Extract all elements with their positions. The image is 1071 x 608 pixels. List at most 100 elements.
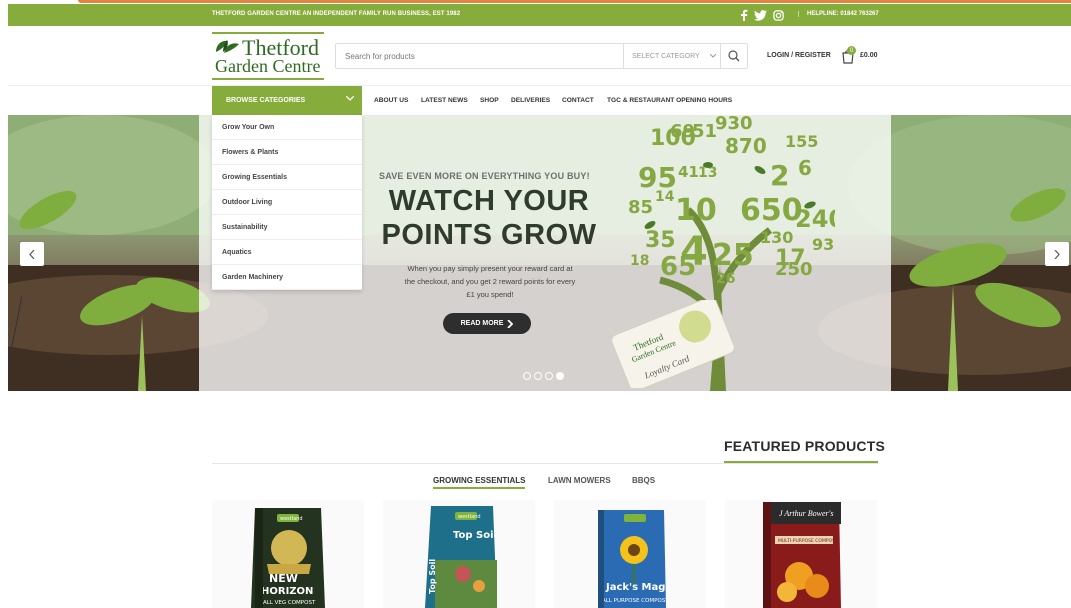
product-sub: ALL PURPOSE COMPOST — [602, 598, 669, 604]
svg-text:41: 41 — [678, 163, 699, 181]
cart-total[interactable]: £0.00 — [860, 52, 878, 59]
svg-text:93: 93 — [812, 235, 834, 254]
divider — [212, 463, 878, 464]
svg-text:25: 25 — [712, 238, 754, 273]
main-navigation: BROWSE CATEGORIES ABOUT US LATEST NEWS S… — [8, 86, 1071, 115]
read-more-button[interactable]: READ MORE — [443, 313, 531, 334]
svg-text:2: 2 — [770, 159, 789, 192]
helpline: HELPLINE: 01842 763267 — [798, 11, 879, 17]
svg-text:26: 26 — [716, 271, 735, 287]
svg-text:35: 35 — [645, 228, 676, 253]
svg-text:650: 650 — [740, 193, 803, 228]
svg-text:10: 10 — [675, 193, 717, 228]
instagram-icon[interactable] — [772, 8, 785, 22]
category-aquatics[interactable]: Aquatics — [212, 240, 362, 265]
product-card[interactable]: J Arthur Bower's MULTI-PURPOSE COMPOST — [725, 500, 877, 608]
svg-text:85: 85 — [628, 197, 653, 218]
product-name: Top Soil — [453, 530, 497, 541]
slider-dot[interactable] — [534, 372, 542, 380]
product-card[interactable]: westland NEW HORIZON ALL VEG COMPOST — [212, 500, 364, 608]
site-header: Thetford Garden Centre SELECT CATEGORY L… — [8, 26, 1071, 86]
product-card[interactable]: westland Top Soil Top Soil — [383, 500, 535, 608]
brand-text: westland — [280, 516, 303, 522]
slider-prev-button[interactable] — [20, 242, 44, 266]
category-select-label: SELECT CATEGORY — [632, 52, 700, 60]
decorative-line — [8, 296, 22, 366]
facebook-icon[interactable] — [739, 8, 749, 22]
search-button[interactable] — [720, 44, 747, 68]
brand-text: westland — [458, 514, 481, 520]
leaf-logo-icon — [216, 40, 239, 53]
category-select[interactable]: SELECT CATEGORY — [623, 44, 721, 68]
chevron-right-icon — [1054, 249, 1060, 259]
hero-title-line1: WATCH YOUR — [388, 185, 590, 217]
logo-line2: Garden Centre — [215, 56, 321, 76]
login-register-link[interactable]: LOGIN / REGISTER — [767, 52, 831, 59]
nav-opening-hours[interactable]: TGC & RESTAURANT OPENING HOURS — [607, 97, 732, 104]
hero-body: When you pay simply present your reward … — [404, 264, 576, 299]
nav-contact[interactable]: CONTACT — [562, 97, 594, 104]
product-name: MULTI-PURPOSE COMPOST — [778, 538, 838, 544]
category-grow-your-own[interactable]: Grow Your Own — [212, 115, 362, 140]
hero-slider: 100 51 870 155 95 41 2 6 85 10 650 240 3… — [8, 115, 1071, 391]
category-growing-essentials[interactable]: Growing Essentials — [212, 165, 362, 190]
slider-dot[interactable] — [523, 372, 531, 380]
category-garden-machinery[interactable]: Garden Machinery — [212, 265, 362, 290]
svg-text:18: 18 — [630, 253, 649, 269]
svg-text:65: 65 — [660, 252, 696, 282]
slider-dot[interactable] — [545, 372, 553, 380]
browse-categories-label: BROWSE CATEGORIES — [226, 97, 306, 104]
chevron-right-icon — [507, 319, 514, 328]
hero-kicker: SAVE EVEN MORE ON EVERYTHING YOU BUY! — [379, 171, 590, 181]
browser-frame: THETFORD GARDEN CENTRE AN INDEPENDENT FA… — [8, 0, 1071, 608]
chevron-left-icon — [29, 249, 35, 259]
tab-bbqs[interactable]: BBQS — [632, 476, 655, 485]
product-image: J Arthur Bower's MULTI-PURPOSE COMPOST — [763, 502, 841, 608]
svg-text:130: 130 — [760, 228, 793, 247]
slider-dots — [523, 372, 564, 380]
read-more-label: READ MORE — [460, 320, 504, 327]
svg-text:240: 240 — [795, 205, 835, 233]
svg-text:870: 870 — [725, 134, 767, 158]
frame-accent — [78, 0, 1071, 3]
svg-text:155: 155 — [785, 132, 818, 151]
product-image: westland NEW HORIZON ALL VEG COMPOST — [251, 508, 325, 608]
category-outdoor-living[interactable]: Outdoor Living — [212, 190, 362, 215]
product-name: Jack's Magic — [605, 582, 670, 593]
top-info-bar: THETFORD GARDEN CENTRE AN INDEPENDENT FA… — [8, 4, 1071, 26]
product-image: Jack's Magic ALL PURPOSE COMPOST — [598, 510, 670, 608]
browse-categories-button[interactable]: BROWSE CATEGORIES — [212, 86, 362, 115]
category-sustainability[interactable]: Sustainability — [212, 215, 362, 240]
brand-text: J Arthur Bower's — [779, 509, 833, 518]
tab-growing-essentials[interactable]: GROWING ESSENTIALS — [433, 476, 526, 489]
categories-menu: Grow Your Own Flowers & Plants Growing E… — [212, 115, 362, 290]
svg-text:14: 14 — [655, 189, 675, 205]
featured-products-heading: FEATURED PRODUCTS — [724, 438, 886, 454]
svg-text:51: 51 — [692, 121, 717, 142]
product-card[interactable]: Jack's Magic ALL PURPOSE COMPOST — [554, 500, 706, 608]
search-icon — [728, 50, 740, 62]
loyalty-card-image: Thetford Garden Centre Loyalty Card — [611, 300, 735, 388]
product-image: westland Top Soil Top Soil — [425, 506, 497, 608]
twitter-icon[interactable] — [753, 8, 767, 22]
slider-next-button[interactable] — [1045, 242, 1069, 266]
heading-underline — [724, 461, 878, 463]
tagline: THETFORD GARDEN CENTRE AN INDEPENDENT FA… — [212, 11, 461, 17]
search-input[interactable] — [336, 44, 621, 68]
chevron-down-icon — [709, 54, 716, 58]
category-flowers-plants[interactable]: Flowers & Plants — [212, 140, 362, 165]
svg-text:250: 250 — [775, 259, 813, 280]
nav-latest-news[interactable]: LATEST NEWS — [421, 97, 468, 104]
tab-lawn-mowers[interactable]: LAWN MOWERS — [548, 476, 611, 485]
cart-count-badge: 0 — [847, 46, 856, 55]
nav-about-us[interactable]: ABOUT US — [374, 97, 408, 104]
nav-shop[interactable]: SHOP — [480, 97, 499, 104]
hero-title-line2: POINTS GROW — [381, 219, 597, 251]
svg-text:Top Soil: Top Soil — [428, 559, 437, 594]
site-logo[interactable]: Thetford Garden Centre — [212, 32, 324, 80]
slider-dot-active[interactable] — [556, 372, 564, 380]
search-bar: SELECT CATEGORY — [335, 43, 748, 69]
svg-text:HORIZON: HORIZON — [261, 586, 313, 597]
hero-title: WATCH YOUR POINTS GROW — [379, 184, 599, 252]
nav-deliveries[interactable]: DELIVERIES — [511, 97, 550, 104]
